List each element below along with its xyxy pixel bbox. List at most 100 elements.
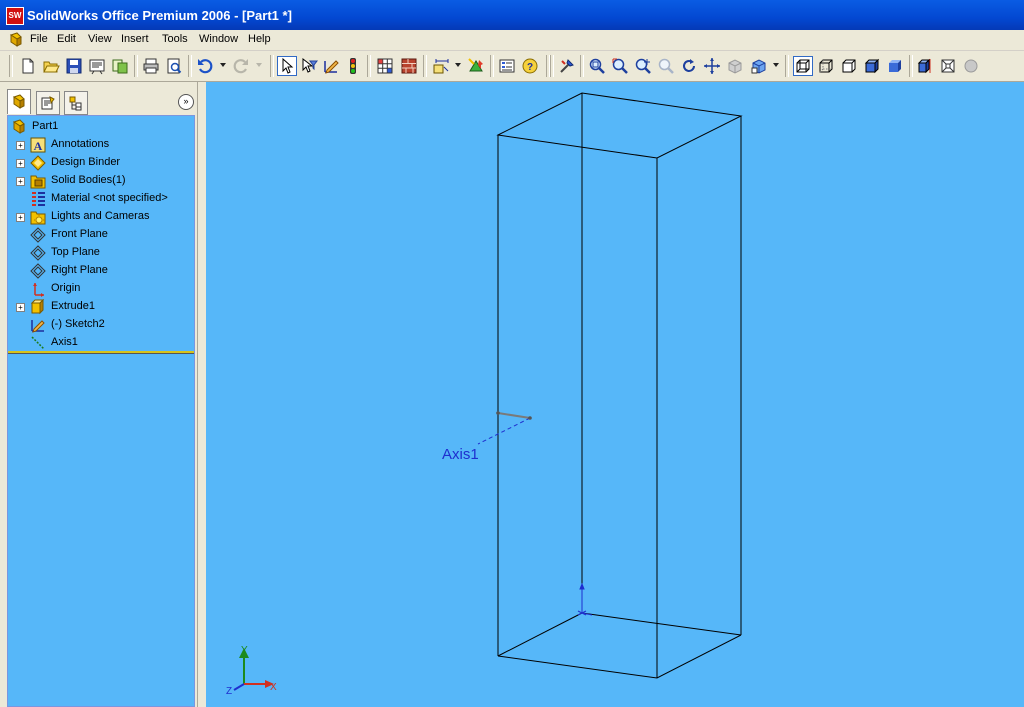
material-icon bbox=[30, 191, 46, 207]
toolbar-separator bbox=[909, 55, 913, 77]
menu-view[interactable]: View bbox=[88, 33, 112, 45]
tool-icon[interactable] bbox=[557, 56, 577, 76]
collapse-panel-icon[interactable]: » bbox=[178, 94, 194, 110]
hidden-lines-removed-icon[interactable] bbox=[839, 56, 859, 76]
svg-text:A: A bbox=[34, 139, 43, 153]
rotate-icon[interactable] bbox=[679, 56, 699, 76]
toolbar-separator bbox=[580, 55, 584, 77]
tree-item-annotations[interactable]: + A Annotations bbox=[8, 136, 194, 154]
print-icon[interactable] bbox=[141, 56, 161, 76]
tree-item-sketch2[interactable]: (-) Sketch2 bbox=[8, 316, 194, 334]
property-manager-icon[interactable] bbox=[36, 91, 60, 115]
zoom-area-icon[interactable] bbox=[610, 56, 630, 76]
menu-edit[interactable]: Edit bbox=[57, 33, 76, 45]
rebuild-icon[interactable] bbox=[466, 56, 486, 76]
3d-view-icon[interactable] bbox=[749, 56, 769, 76]
grid-icon[interactable] bbox=[375, 56, 395, 76]
section-view-icon[interactable] bbox=[915, 56, 935, 76]
axis1-label[interactable]: Axis1 bbox=[442, 446, 479, 463]
panel-splitter[interactable] bbox=[197, 82, 206, 707]
smart-dimension-dropdown-icon[interactable] bbox=[455, 63, 461, 67]
hidden-lines-visible-icon[interactable] bbox=[816, 56, 836, 76]
design-binder-icon bbox=[30, 155, 46, 171]
shaded-icon[interactable] bbox=[885, 56, 905, 76]
print-preview-icon[interactable] bbox=[87, 56, 107, 76]
shaded-edges-icon[interactable] bbox=[862, 56, 882, 76]
sphere-icon[interactable] bbox=[961, 56, 981, 76]
select-filter-icon[interactable] bbox=[299, 56, 319, 76]
perspective-icon[interactable] bbox=[938, 56, 958, 76]
preview-icon[interactable] bbox=[164, 56, 184, 76]
expand-icon[interactable]: + bbox=[16, 159, 25, 168]
tree-item-solid-bodies[interactable]: + Solid Bodies(1) bbox=[8, 172, 194, 190]
tree-item-lights-and-cameras[interactable]: + Lights and Cameras bbox=[8, 208, 194, 226]
wireframe-icon[interactable] bbox=[793, 56, 813, 76]
tree-item-part1[interactable]: Part1 bbox=[8, 118, 194, 136]
model-wireframe[interactable]: Axis1 Y X Z bbox=[206, 82, 1024, 707]
menu-insert[interactable]: Insert bbox=[121, 33, 149, 45]
zoom-fit-icon[interactable] bbox=[587, 56, 607, 76]
undo-dropdown-icon[interactable] bbox=[220, 63, 226, 67]
rollback-bar[interactable] bbox=[8, 351, 194, 354]
save-icon[interactable] bbox=[64, 56, 84, 76]
undo-icon[interactable] bbox=[195, 56, 215, 76]
title-bar: SW SolidWorks Office Premium 2006 - [Par… bbox=[0, 0, 1024, 30]
configuration-manager-icon[interactable] bbox=[64, 91, 88, 115]
help-icon[interactable]: ? bbox=[520, 56, 540, 76]
tree-item-extrude1[interactable]: + Extrude1 bbox=[8, 298, 194, 316]
tree-item-axis1[interactable]: Axis1 bbox=[8, 334, 194, 352]
menu-help[interactable]: Help bbox=[248, 33, 271, 45]
tree-item-origin[interactable]: Origin bbox=[8, 280, 194, 298]
toolbar-grip[interactable] bbox=[550, 55, 554, 77]
graphics-viewport[interactable]: Axis1 Y X Z bbox=[206, 82, 1024, 707]
smart-dimension-icon[interactable] bbox=[431, 56, 451, 76]
menu-window[interactable]: Window bbox=[199, 33, 238, 45]
tree-item-top-plane[interactable]: Top Plane bbox=[8, 244, 194, 262]
feature-manager-panel: » Part1 + A Annotations + Design Binder … bbox=[0, 82, 205, 707]
tree-item-label: Top Plane bbox=[51, 246, 100, 258]
menu-bar: File Edit View Insert Tools Window Help bbox=[0, 30, 1024, 51]
view-dropdown-icon[interactable] bbox=[773, 63, 779, 67]
standard-toolbar: ? bbox=[0, 51, 1024, 82]
brick-wall-icon[interactable] bbox=[399, 56, 419, 76]
tree-item-front-plane[interactable]: Front Plane bbox=[8, 226, 194, 244]
menu-file[interactable]: File bbox=[30, 33, 48, 45]
model-edge bbox=[497, 612, 583, 657]
toolbar-separator bbox=[367, 55, 371, 77]
redo-dropdown-icon[interactable] bbox=[256, 63, 262, 67]
select-icon[interactable] bbox=[277, 56, 297, 76]
tree-item-label: Extrude1 bbox=[51, 300, 96, 312]
new-icon[interactable] bbox=[18, 56, 38, 76]
open-icon[interactable] bbox=[41, 56, 61, 76]
tree-item-right-plane[interactable]: Right Plane bbox=[8, 262, 194, 280]
axis1-entity[interactable] bbox=[477, 411, 532, 445]
solidworks-app-icon[interactable]: SW bbox=[6, 7, 24, 25]
solid-bodies-icon bbox=[30, 173, 46, 189]
triad-y-label: Y bbox=[241, 645, 248, 656]
view-orientation-icon[interactable] bbox=[725, 56, 745, 76]
toolbar-grip[interactable] bbox=[9, 55, 13, 77]
feature-manager-icon[interactable] bbox=[7, 89, 31, 114]
expand-icon[interactable]: + bbox=[16, 177, 25, 186]
solidworks-logo-icon[interactable] bbox=[8, 32, 24, 48]
tree-item-design-binder[interactable]: + Design Binder bbox=[8, 154, 194, 172]
expand-icon[interactable]: + bbox=[16, 141, 25, 150]
zoom-in-out-icon[interactable] bbox=[633, 56, 653, 76]
tree-item-label: Origin bbox=[51, 282, 81, 294]
zoom-selection-icon[interactable] bbox=[656, 56, 676, 76]
traffic-light-icon[interactable] bbox=[343, 56, 363, 76]
options-icon[interactable] bbox=[497, 56, 517, 76]
toolbar-separator bbox=[270, 55, 274, 77]
tree-item-label: (-) Sketch2 bbox=[51, 318, 105, 330]
expand-icon[interactable]: + bbox=[16, 303, 25, 312]
redo-icon[interactable] bbox=[231, 56, 251, 76]
pan-icon[interactable] bbox=[702, 56, 722, 76]
tree-item-material[interactable]: Material <not specified> bbox=[8, 190, 194, 208]
sketch-icon[interactable] bbox=[321, 56, 341, 76]
annotations-icon: A bbox=[30, 137, 46, 153]
menu-tools[interactable]: Tools bbox=[162, 33, 188, 45]
tree-item-label: Front Plane bbox=[51, 228, 108, 240]
expand-icon[interactable]: + bbox=[16, 213, 25, 222]
properties-icon[interactable] bbox=[110, 56, 130, 76]
plane-icon bbox=[30, 245, 46, 261]
